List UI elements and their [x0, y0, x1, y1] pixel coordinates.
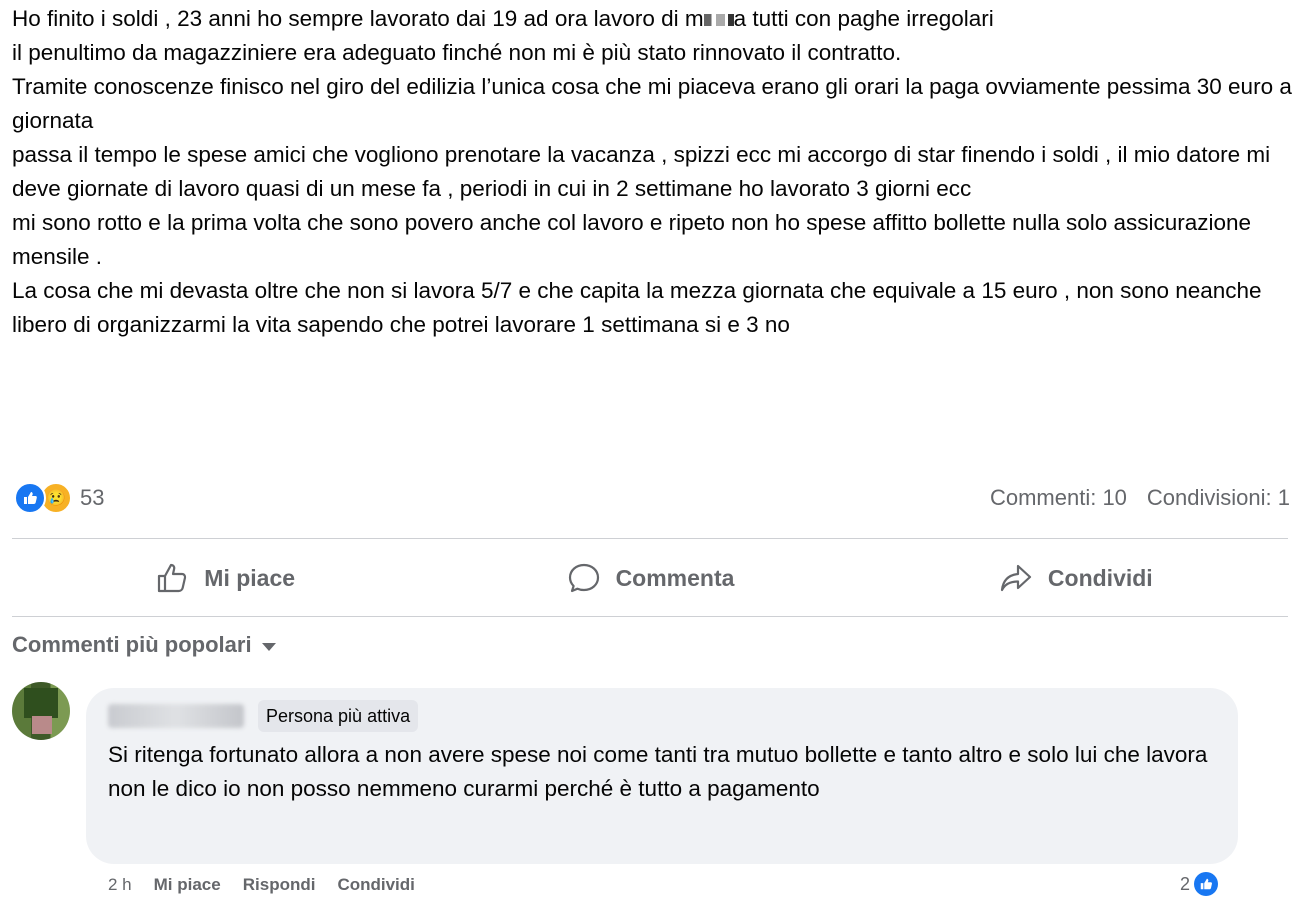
post-actions: Mi piace Commenta Condividi [12, 548, 1288, 608]
reactions-bar: 😢 53 Commenti: 10 Condivisioni: 1 [14, 480, 1290, 516]
comment-time[interactable]: 2 h [108, 875, 132, 895]
shares-count[interactable]: Condivisioni: 1 [1147, 485, 1290, 511]
comment-reactions[interactable]: 2 [1180, 872, 1219, 896]
post-text-segment: Ho finito i soldi , 23 anni ho sempre la… [12, 6, 704, 31]
comment-sort-dropdown[interactable]: Commenti più popolari [12, 632, 276, 658]
comment-label: Commenta [615, 564, 735, 591]
like-reaction-icon [14, 482, 46, 514]
post-paragraph: Ho finito i soldi , 23 anni ho sempre la… [12, 2, 1292, 36]
divider [12, 538, 1288, 539]
sort-label: Commenti più popolari [12, 632, 252, 657]
comment-reply-button[interactable]: Rispondi [243, 875, 316, 895]
comment-meta: 2 h Mi piace Rispondi Condividi [108, 875, 415, 895]
reaction-count: 53 [80, 485, 105, 510]
comment-like-button[interactable]: Mi piace [154, 875, 221, 895]
post-paragraph: La cosa che mi devasta oltre che non si … [12, 278, 1262, 337]
commenter-name-redacted[interactable] [108, 704, 244, 728]
like-reaction-icon [1194, 872, 1219, 896]
share-button[interactable]: Condividi [863, 548, 1288, 608]
comment-share-button[interactable]: Condividi [337, 875, 414, 895]
post-paragraph: Tramite conoscenze finisco nel giro del … [12, 74, 1292, 133]
like-label: Mi piace [204, 564, 296, 591]
redacted-text [703, 14, 734, 27]
post-text: Ho finito i soldi , 23 anni ho sempre la… [12, 2, 1292, 342]
post-paragraph: il penultimo da magazziniere era adeguat… [12, 40, 902, 65]
reactions-summary[interactable]: 😢 53 [14, 482, 104, 514]
post-paragraph: passa il tempo le spese amici che voglio… [12, 142, 1271, 201]
comments-count[interactable]: Commenti: 10 [990, 485, 1127, 511]
like-button[interactable]: Mi piace [12, 548, 437, 608]
share-arrow-icon [1000, 564, 1032, 592]
comment-bubble: Persona più attiva Si ritenga fortunato … [86, 688, 1238, 864]
post-text-segment: a tutti con paghe irregolari [733, 6, 994, 31]
engagement-counts: Commenti: 10 Condivisioni: 1 [990, 485, 1290, 511]
share-label: Condividi [1047, 564, 1153, 591]
comment-like-count: 2 [1180, 873, 1191, 894]
comment-button[interactable]: Commenta [437, 548, 862, 608]
caret-down-icon [261, 642, 276, 651]
comment-text: Si ritenga fortunato allora a non avere … [108, 742, 1208, 801]
divider [12, 616, 1288, 617]
post-paragraph: mi sono rotto e la prima volta che sono … [12, 210, 1252, 269]
avatar[interactable] [12, 682, 70, 740]
comment-bubble-icon [568, 563, 599, 593]
top-fan-badge: Persona più attiva [258, 700, 419, 732]
thumbs-up-icon [158, 563, 187, 593]
